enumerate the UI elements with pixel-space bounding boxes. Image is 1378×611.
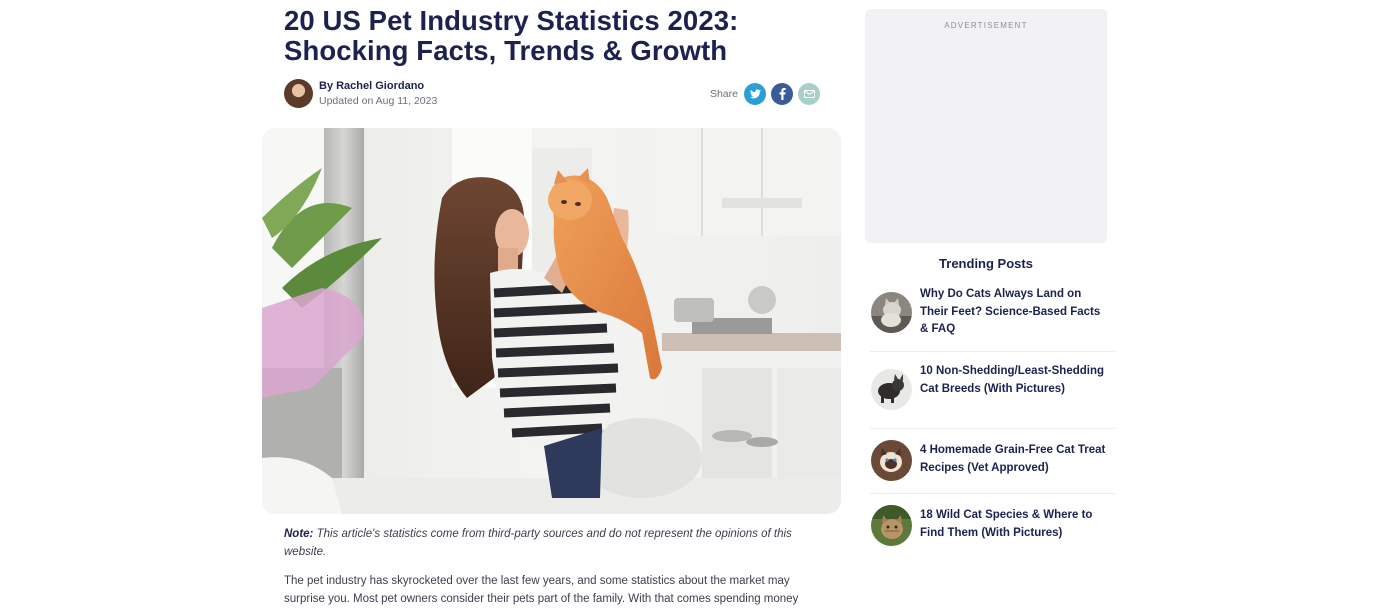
trending-post-title[interactable]: Why Do Cats Always Land on Their Feet? S…: [920, 286, 1110, 339]
trending-post-item[interactable]: 4 Homemade Grain-Free Cat Treat Recipes …: [870, 439, 1115, 494]
advertisement-label: ADVERTISEMENT: [944, 21, 1028, 30]
trending-post-item[interactable]: 18 Wild Cat Species & Where to Find Them…: [870, 504, 1115, 554]
facebook-share-button[interactable]: [771, 82, 793, 105]
author-avatar[interactable]: [284, 79, 313, 108]
author-name[interactable]: By Rachel Giordano: [319, 80, 424, 92]
wild-cat-thumbnail[interactable]: [871, 505, 912, 546]
trending-post-title[interactable]: 10 Non-Shedding/Least-Shedding Cat Breed…: [920, 363, 1110, 398]
trending-posts-heading: Trending Posts: [939, 256, 1033, 271]
article-paragraph: The pet industry has skyrocketed over th…: [284, 575, 799, 605]
trending-post-item[interactable]: 10 Non-Shedding/Least-Shedding Cat Breed…: [870, 362, 1115, 429]
twitter-share-button[interactable]: [744, 82, 766, 105]
email-share-button[interactable]: [798, 82, 820, 105]
updated-date: Updated on Aug 11, 2023: [319, 95, 438, 107]
page-title: 20 US Pet Industry Statistics 2023: Shoc…: [284, 5, 739, 66]
article-note: Note: This article's statistics come fro…: [284, 526, 809, 561]
advertisement-box[interactable]: ADVERTISEMENT: [865, 9, 1107, 243]
note-text: This article's statistics come from thir…: [284, 528, 792, 558]
woman-holding-cat-photo: [262, 128, 841, 514]
black-cat-thumbnail[interactable]: [871, 369, 912, 410]
email-icon: [803, 89, 815, 98]
trending-post-title[interactable]: 4 Homemade Grain-Free Cat Treat Recipes …: [920, 442, 1110, 477]
trending-post-item[interactable]: Why Do Cats Always Land on Their Feet? S…: [870, 285, 1115, 352]
twitter-icon: [749, 88, 761, 98]
hero-image: [262, 128, 841, 514]
gray-cat-thumbnail[interactable]: [871, 292, 912, 333]
share-label: Share: [709, 87, 738, 100]
facebook-icon: [779, 87, 786, 100]
note-label: Note:: [284, 528, 314, 540]
share-bar: Share: [710, 82, 820, 105]
siamese-cat-thumbnail[interactable]: [871, 440, 912, 481]
author-row: By Rachel Giordano Updated on Aug 11, 20…: [284, 79, 820, 109]
trending-post-title[interactable]: 18 Wild Cat Species & Where to Find Them…: [920, 507, 1110, 542]
